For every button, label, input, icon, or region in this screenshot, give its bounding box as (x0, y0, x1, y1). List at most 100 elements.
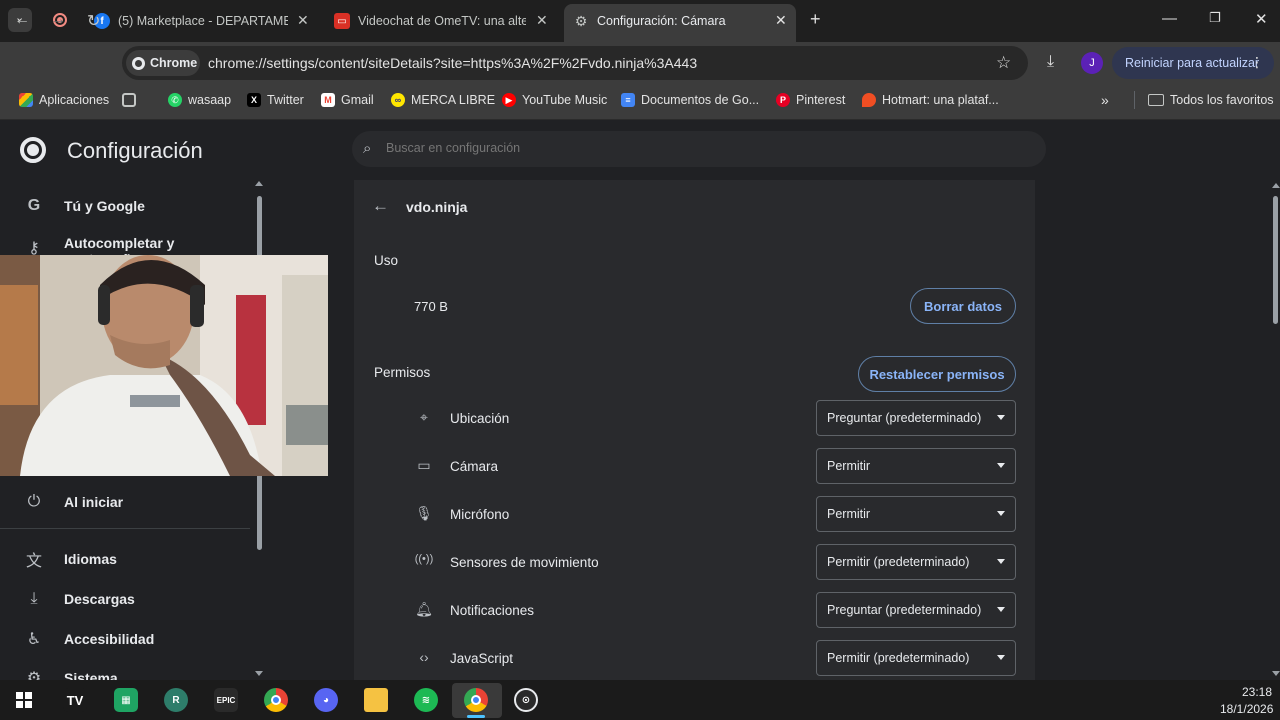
bookmark-label: Pinterest (796, 93, 846, 107)
bookmark-twitter[interactable]: X Twitter (247, 93, 304, 107)
tab-marketplace[interactable]: f (5) Marketplace - DEPARTAMEN (94, 6, 290, 36)
site-info-chip[interactable]: Chrome (126, 50, 200, 76)
obs-icon[interactable]: ⊙ (514, 688, 538, 712)
discord-icon[interactable]: ◕ (314, 688, 338, 712)
webcam-video-overlay (0, 255, 328, 476)
motion-sensors-permission-select[interactable]: Permitir (predeterminado) (816, 544, 1016, 580)
site-name: vdo.ninja (406, 199, 468, 215)
grid-icon (122, 93, 136, 107)
scroll-up-arrow[interactable] (1272, 183, 1280, 188)
close-icon[interactable]: ✕ (297, 12, 309, 29)
sidebar-item-label: Al iniciar (64, 494, 124, 510)
camera-permission-select[interactable]: Permitir (816, 448, 1016, 484)
scroll-up-arrow[interactable] (255, 181, 263, 186)
bookmark-star-icon[interactable]: ☆ (996, 53, 1011, 73)
gear-icon: ⚙ (574, 12, 588, 29)
bookmark-pinterest[interactable]: P Pinterest (776, 93, 845, 107)
all-bookmarks-button[interactable]: Todos los favoritos (1148, 93, 1274, 107)
url-text[interactable]: chrome://settings/content/siteDetails?si… (208, 55, 697, 71)
x-icon: X (247, 93, 261, 107)
sidebar-item-system[interactable]: ⚙ Sistema (0, 664, 250, 680)
close-icon[interactable]: ✕ (775, 12, 787, 29)
javascript-permission-select[interactable]: Permitir (predeterminado) (816, 640, 1016, 676)
tab-ometv[interactable]: ▭ Videochat de OmeTV: una alter (334, 6, 526, 36)
tab-title: (5) Marketplace - DEPARTAMEN (118, 14, 288, 28)
close-window-button[interactable]: ✕ (1255, 10, 1268, 28)
file-explorer-icon[interactable] (364, 688, 388, 712)
microphone-icon: 🎙︎ (415, 505, 433, 521)
microphone-permission-select[interactable]: Permitir (816, 496, 1016, 532)
permission-value: Permitir (predeterminado) (827, 555, 970, 569)
minimize-button[interactable]: — (1162, 10, 1177, 27)
permission-value: Preguntar (predeterminado) (827, 603, 982, 617)
dropdown-caret-icon (997, 559, 1005, 564)
clear-data-label: Borrar datos (923, 298, 1003, 314)
back-button[interactable]: ← (14, 11, 30, 29)
restore-button[interactable]: ❐ (1209, 10, 1221, 26)
bookmark-docs[interactable]: ≡ Documentos de Go... (621, 93, 759, 107)
system-clock[interactable]: 23:18 18/1/2026 (1220, 684, 1273, 718)
sidebar-item-languages[interactable]: 文 Idiomas (0, 539, 250, 579)
reset-permissions-button[interactable]: Restablecer permisos (858, 356, 1016, 392)
sidebar-item-label: Descargas (64, 591, 135, 607)
bookmark-label: Gmail (341, 93, 374, 107)
sensors-icon: ((•)) (414, 553, 434, 565)
gmail-icon: M (321, 93, 335, 107)
bookmark-gmail[interactable]: M Gmail (321, 93, 374, 107)
chevron-right-icon[interactable]: » (1101, 92, 1109, 108)
tradingview-icon[interactable]: TV (63, 688, 87, 712)
search-input[interactable] (386, 141, 986, 155)
reset-permissions-label: Restablecer permisos (869, 366, 1005, 382)
accessibility-icon: ♿ (26, 631, 42, 648)
bookmark-hotmart[interactable]: Hotmart: una plataf... (862, 93, 999, 107)
bookmark-label: wasaap (188, 93, 232, 107)
all-bookmarks-label: Todos los favoritos (1170, 93, 1274, 107)
update-label: Reiniciar para actualizar (1125, 56, 1260, 70)
permission-label: Ubicación (450, 411, 510, 426)
sidebar-item-label: Tú y Google (64, 198, 145, 214)
scroll-down-arrow[interactable] (1272, 671, 1280, 676)
close-icon[interactable]: ✕ (536, 12, 548, 29)
back-arrow-icon[interactable]: ← (372, 196, 389, 216)
bookmark-label: MERCA LIBRE (411, 93, 496, 107)
location-permission-select[interactable]: Preguntar (predeterminado) (816, 400, 1016, 436)
permission-value: Permitir (827, 507, 871, 521)
sidebar-item-on-startup[interactable]: ⏻ Al iniciar (0, 482, 250, 522)
new-tab-button[interactable]: + (810, 9, 821, 30)
avatar[interactable]: J (1081, 52, 1103, 74)
spotify-icon[interactable]: ≋ (414, 688, 438, 712)
bookmark-grid[interactable] (122, 93, 142, 107)
url-host: chrome:// (208, 55, 267, 71)
apps-grid-icon (19, 93, 33, 107)
app-r-icon[interactable]: R (164, 688, 188, 712)
reload-button[interactable]: ↻ (87, 11, 100, 31)
chrome-taskbar-icon[interactable] (264, 688, 288, 712)
update-button[interactable]: Reiniciar para actualizar ⋮ (1112, 47, 1274, 79)
bookmark-label: Aplicaciones (39, 93, 110, 107)
sidebar-item-autofill[interactable]: ⚷ Autocompletar y contraseñas (0, 230, 250, 258)
bookmark-apps[interactable]: Aplicaciones (19, 93, 109, 107)
google-icon: G (27, 197, 41, 214)
scroll-down-arrow[interactable] (255, 671, 263, 676)
bookmark-wasaap[interactable]: ✆ wasaap (168, 93, 231, 107)
bookmark-youtube-music[interactable]: ▶ YouTube Music (502, 93, 607, 107)
page-title: Configuración (67, 138, 203, 163)
main-scrollbar-thumb[interactable] (1273, 196, 1278, 324)
bookmark-mercadolibre[interactable]: ∞ MERCA LIBRE (391, 93, 495, 107)
tab-settings[interactable]: ⚙ Configuración: Cámara (573, 6, 773, 36)
avatar-letter: J (1089, 57, 1095, 69)
bookmark-label: Twitter (267, 93, 304, 107)
sidebar-item-downloads[interactable]: ⤓ Descargas (0, 579, 250, 619)
epic-games-icon[interactable]: EPIC (214, 688, 238, 712)
sidebar-item-you-and-google[interactable]: G Tú y Google (0, 186, 250, 226)
sheets-icon[interactable]: ▦ (114, 688, 138, 712)
clear-data-button[interactable]: Borrar datos (910, 288, 1016, 324)
active-app-indicator (467, 715, 485, 718)
chrome-active-icon[interactable] (464, 688, 488, 712)
notifications-permission-select[interactable]: Preguntar (predeterminado) (816, 592, 1016, 628)
forward-button[interactable]: → (50, 11, 66, 29)
sidebar-item-accessibility[interactable]: ♿ Accesibilidad (0, 619, 250, 659)
permission-label: Cámara (450, 459, 499, 474)
sidebar-divider (0, 528, 250, 529)
download-icon[interactable]: ⤓ (1047, 53, 1054, 71)
